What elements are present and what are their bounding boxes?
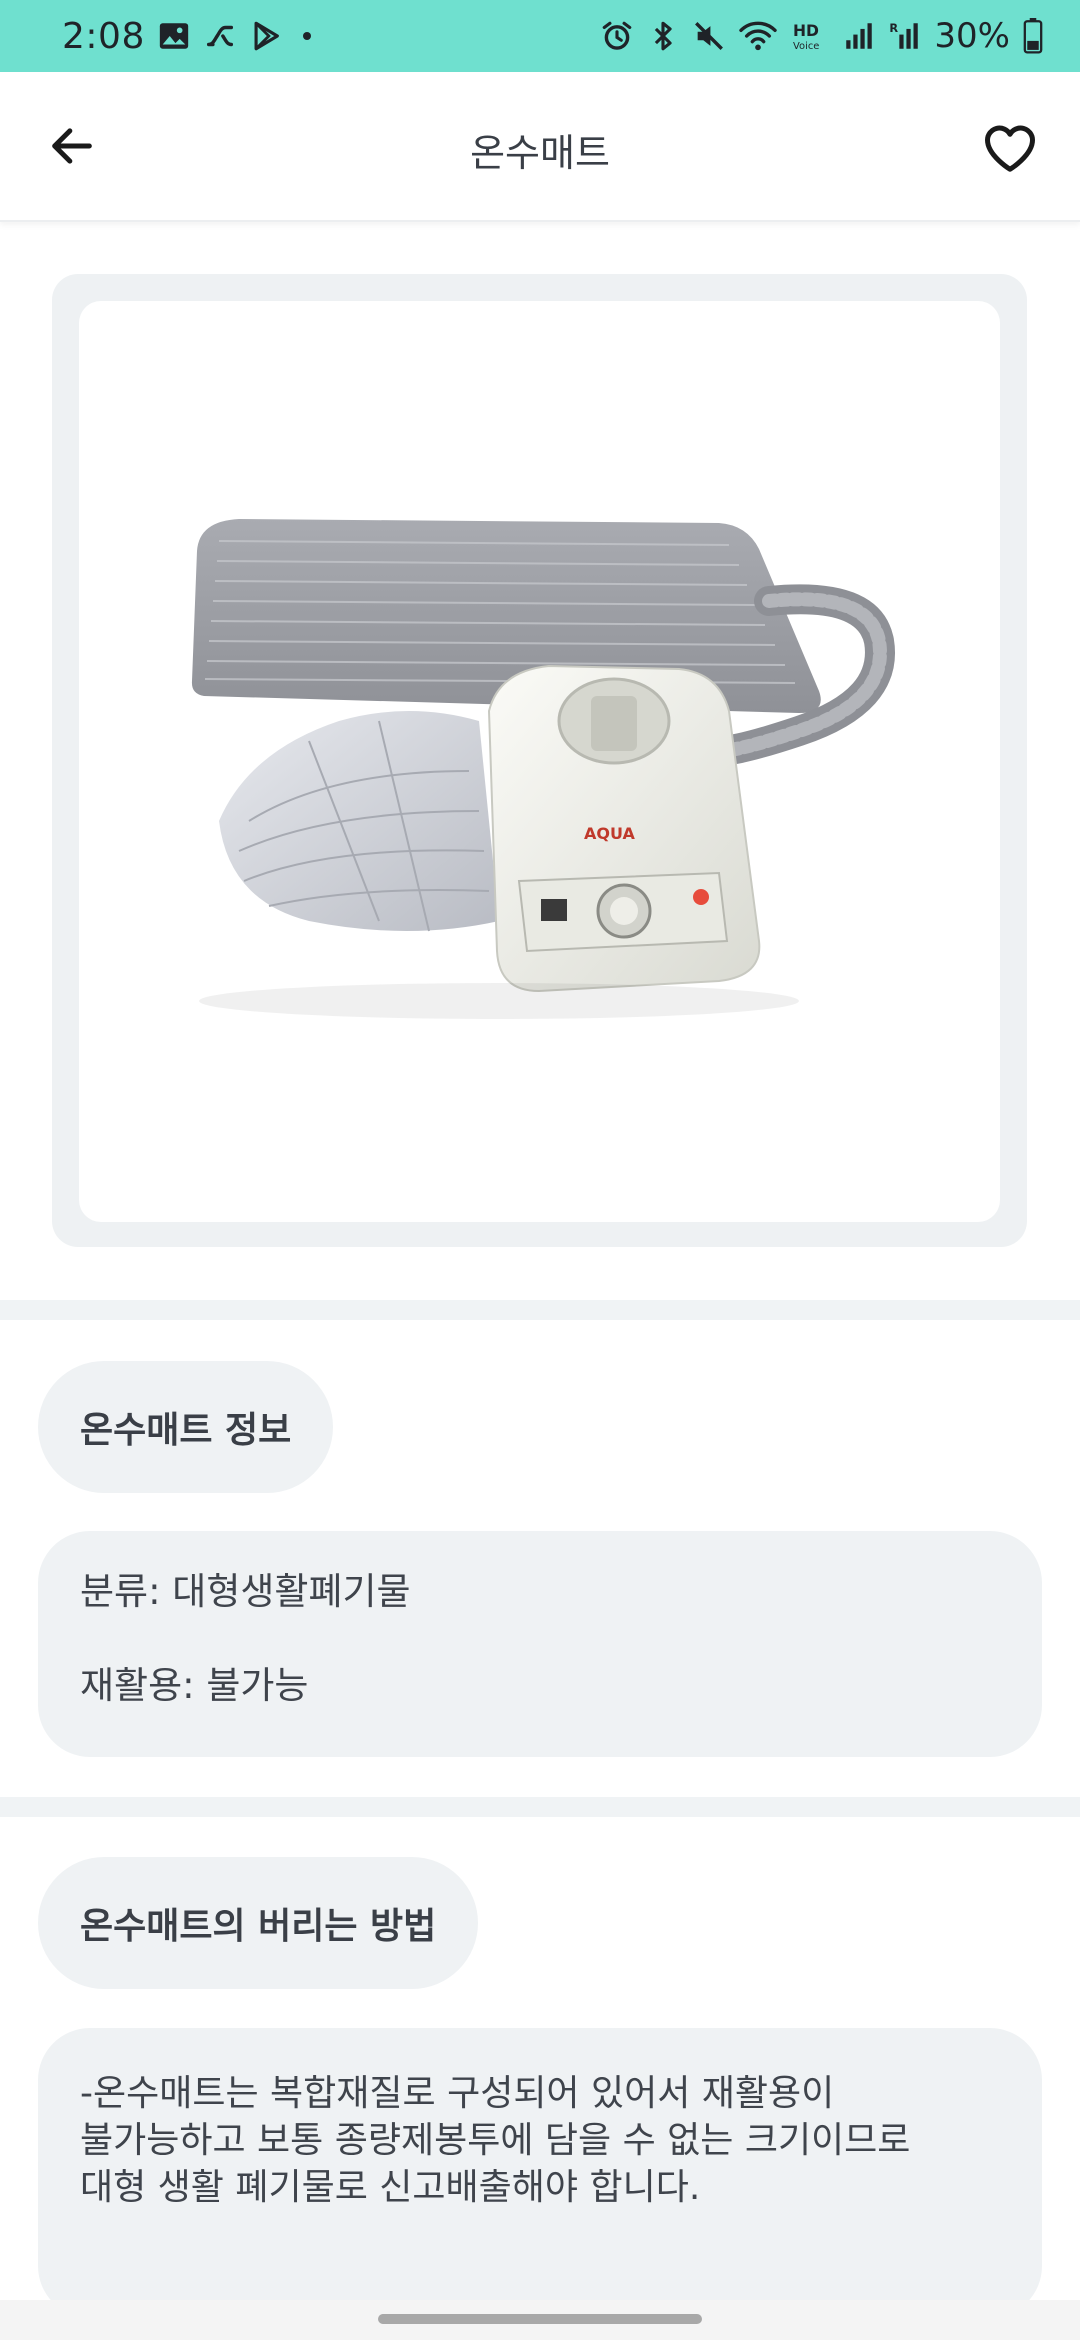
alarm-icon xyxy=(600,19,634,53)
dot-icon xyxy=(295,24,319,48)
heart-outline-icon xyxy=(985,125,1035,172)
svg-text:HD: HD xyxy=(793,22,819,40)
home-handle[interactable] xyxy=(378,2314,702,2324)
mute-icon xyxy=(692,19,726,53)
battery-percent: 30% xyxy=(934,16,1010,56)
play-store-icon xyxy=(249,19,283,53)
gesture-navigation-bar xyxy=(0,2300,1080,2340)
section-divider xyxy=(0,1300,1080,1320)
svg-text:R: R xyxy=(890,21,899,35)
favorite-button[interactable] xyxy=(974,112,1046,184)
disposal-description: -온수매트는 복합재질로 구성되어 있어서 재활용이 불가능하고 보통 종량제봉… xyxy=(80,2073,911,2208)
link-icon xyxy=(203,19,237,53)
status-bar-left: 2:08 xyxy=(62,16,319,57)
wifi-icon xyxy=(738,19,778,53)
hd-voice-icon: HD Voice xyxy=(790,19,830,53)
category-text: 분류: 대형생활폐기물 xyxy=(80,1570,411,1613)
product-brand-text: AQUA xyxy=(584,824,635,843)
recyclable-text: 재활용: 불가능 xyxy=(80,1664,309,1707)
status-bar: 2:08 HD Voice R 30% xyxy=(0,0,1080,72)
gallery-icon xyxy=(157,19,191,53)
disposal-section-title: 온수매트의 버리는 방법 xyxy=(38,1857,479,1989)
svg-text:Voice: Voice xyxy=(793,41,819,52)
section-divider xyxy=(0,1797,1080,1817)
app-bar: 온수매트 xyxy=(0,72,1080,222)
info-section-title: 온수매트 정보 xyxy=(38,1361,334,1493)
page-title: 온수매트 xyxy=(470,131,610,175)
battery-icon xyxy=(1022,18,1044,54)
status-time: 2:08 xyxy=(62,15,145,57)
signal-icon xyxy=(842,19,876,53)
signal-roaming-icon: R xyxy=(888,19,922,53)
disposal-card: -온수매트는 복합재질로 구성되어 있어서 재활용이 불가능하고 보통 종량제봉… xyxy=(38,2028,1042,2318)
info-card: 분류: 대형생활폐기물 재활용: 불가능 xyxy=(38,1531,1042,1757)
bluetooth-icon xyxy=(646,19,680,53)
product-image-card: AQUA xyxy=(79,301,1000,1222)
status-bar-right: HD Voice R 30% xyxy=(600,16,1044,56)
product-image-frame: AQUA xyxy=(52,274,1027,1247)
water-mat-product-image: AQUA xyxy=(191,519,895,1019)
